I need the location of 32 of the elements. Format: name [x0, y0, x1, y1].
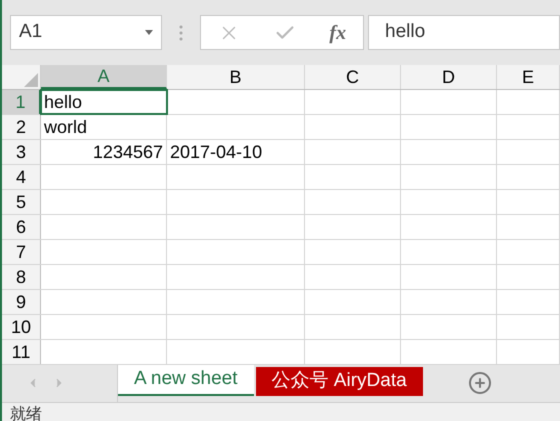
add-sheet-icon[interactable] [468, 371, 492, 396]
name-box[interactable]: A1 [10, 15, 162, 50]
row-header[interactable]: 7 [2, 240, 41, 264]
column-header[interactable]: A [41, 65, 167, 89]
table-cell: hello [41, 90, 167, 114]
corner-triangle-icon [24, 73, 38, 87]
row-header[interactable]: 8 [2, 265, 41, 289]
row-header[interactable]: 2 [2, 115, 41, 139]
row-header[interactable]: 6 [2, 215, 41, 239]
column-header[interactable]: C [305, 65, 401, 89]
row-header[interactable]: 1 [2, 90, 41, 114]
sheet-tab[interactable]: 公众号 AiryData [256, 367, 423, 396]
column-header[interactable]: E [497, 65, 560, 89]
table-cell: 2017-04-10 [167, 140, 305, 164]
column-header[interactable]: D [401, 65, 497, 89]
status-text: 就绪 [10, 404, 42, 421]
row-header[interactable]: 9 [2, 290, 41, 314]
row-header[interactable]: 3 [2, 140, 41, 164]
row-header[interactable]: 10 [2, 315, 41, 339]
sheet-tab[interactable]: A new sheet [118, 365, 254, 396]
insert-function-button[interactable]: fx [329, 18, 346, 48]
grip-icon [179, 24, 183, 40]
row-header[interactable]: 4 [2, 165, 41, 189]
table-cell: world [41, 115, 167, 139]
row-header[interactable]: 5 [2, 190, 41, 214]
formula-value: hello [385, 20, 426, 44]
column-header[interactable]: B [167, 65, 305, 89]
row-header[interactable]: 11 [2, 340, 41, 364]
formula-field[interactable]: hello [368, 15, 560, 50]
cell-reference: A1 [19, 20, 42, 44]
table-cell: 1234567 [41, 140, 167, 164]
caret-icon [145, 30, 153, 35]
